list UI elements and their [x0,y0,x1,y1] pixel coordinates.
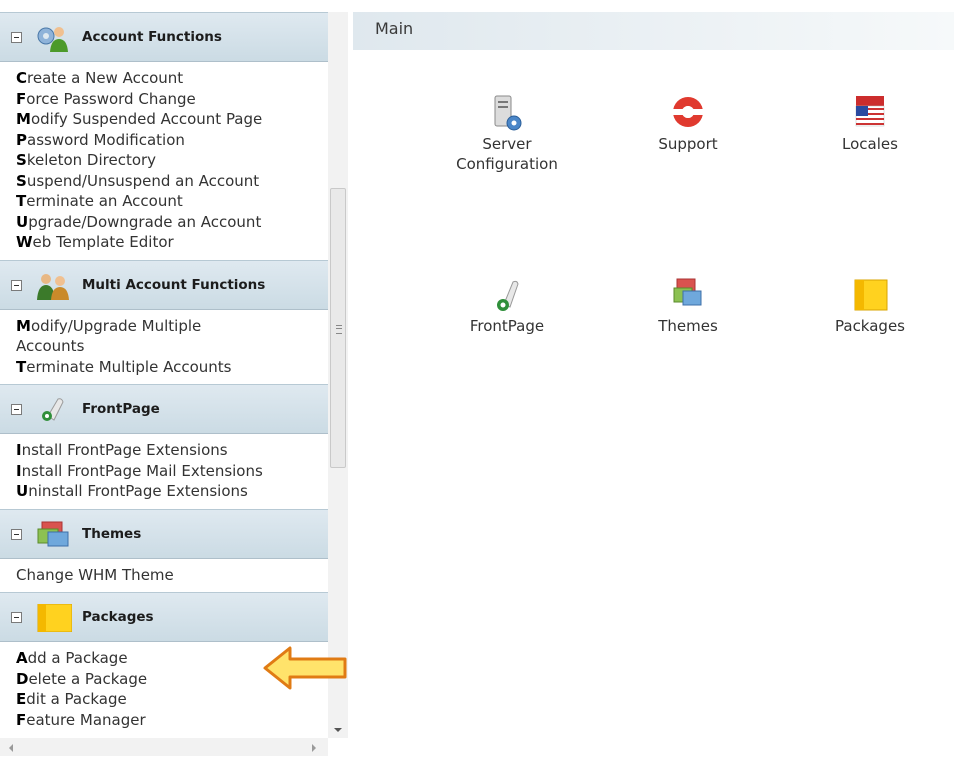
section-links-account-functions: Create a New Account Force Password Chan… [0,62,328,260]
section-links-multi-account-functions: Modify/Upgrade Multiple Accounts Termina… [0,310,328,385]
link-web-template-editor[interactable]: Web Template Editor [16,232,328,253]
section-header-packages[interactable]: Packages [0,592,328,642]
section-title: Packages [82,609,154,625]
tile-locales[interactable]: Locales [795,94,945,154]
link-uninstall-frontpage-extensions[interactable]: Uninstall FrontPage Extensions [16,481,328,502]
tile-label: Locales [842,135,898,153]
section-header-account-functions[interactable]: Account Functions [0,12,328,62]
link-modify-upgrade-multiple[interactable]: Modify/Upgrade Multiple [16,316,328,337]
link-force-password-change[interactable]: Force Password Change [16,89,328,110]
link-install-frontpage-extensions[interactable]: Install FrontPage Extensions [16,440,328,461]
section-links-themes: Change WHM Theme [0,559,328,593]
collapse-toggle-icon[interactable] [11,612,22,623]
collapse-toggle-icon[interactable] [11,279,22,291]
link-install-frontpage-mail-extensions[interactable]: Install FrontPage Mail Extensions [16,461,328,482]
tile-label-line2: Configuration [456,155,558,173]
link-modify-suspended-account-page[interactable]: Modify Suspended Account Page [16,109,328,130]
collapse-toggle-icon[interactable] [11,528,22,540]
link-upgrade-downgrade-account[interactable]: Upgrade/Downgrade an Account [16,212,328,233]
section-title: Account Functions [82,29,222,45]
section-header-multi-account-functions[interactable]: Multi Account Functions [0,259,328,310]
tile-packages[interactable]: Packages [795,276,945,336]
account-users-gear-icon [37,27,68,52]
collapse-toggle-icon[interactable] [11,32,22,43]
link-terminate-account[interactable]: Terminate an Account [16,191,328,212]
link-terminate-multiple-accounts[interactable]: Terminate Multiple Accounts [16,357,328,378]
scrollbar-thumb[interactable] [330,188,346,468]
link-password-modification[interactable]: Password Modification [16,130,328,151]
collapse-toggle-icon[interactable] [11,404,22,415]
link-feature-manager[interactable]: Feature Manager [16,710,328,731]
themes-windows-icon [673,278,702,306]
section-title: Themes [82,525,142,542]
section-header-themes[interactable]: Themes [0,508,328,559]
link-edit-package[interactable]: Edit a Package [16,689,328,710]
section-title: Multi Account Functions [82,276,266,293]
tile-label: Packages [835,317,905,335]
packages-box-icon [854,279,888,311]
section-links-frontpage: Install FrontPage Extensions Install Fro… [0,434,328,509]
locales-flags-icon [855,96,885,127]
link-skeleton-directory[interactable]: Skeleton Directory [16,150,328,171]
sidebar: Account Functions Create a New Account F… [0,12,328,738]
scroll-left-arrow-icon[interactable] [9,744,13,752]
link-modify-upgrade-multiple-cont[interactable]: Accounts [16,336,328,357]
tile-themes[interactable]: Themes [613,276,763,336]
tile-frontpage[interactable]: FrontPage [432,276,582,336]
tile-server-configuration[interactable]: Server Configuration [432,94,582,174]
server-configuration-icon [494,95,522,131]
tile-support[interactable]: Support [613,94,763,154]
link-suspend-unsuspend-account[interactable]: Suspend/Unsuspend an Account [16,171,328,192]
support-lifebuoy-icon [673,97,703,127]
sidebar-vertical-scrollbar[interactable] [328,12,348,738]
main-header: Main [353,12,954,50]
link-change-whm-theme[interactable]: Change WHM Theme [16,565,328,586]
tile-label: Server [482,135,532,153]
scroll-right-arrow-icon[interactable] [312,744,316,752]
link-create-new-account[interactable]: Create a New Account [16,68,328,89]
frontpage-icon [497,280,519,311]
tile-label: FrontPage [469,317,545,335]
section-header-frontpage[interactable]: FrontPage [0,384,328,434]
section-title: FrontPage [82,401,160,417]
pointer-arrow-icon [263,646,347,690]
themes-windows-icon [37,521,69,546]
tile-label: Support [658,135,718,153]
sidebar-horizontal-scrollbar[interactable] [0,738,328,756]
scrollbar-grip-icon [336,325,342,334]
multi-users-icon [37,273,69,300]
page-title: Main [375,19,414,38]
scroll-down-arrow-icon[interactable] [334,728,342,732]
frontpage-icon [42,398,64,421]
tile-label: Themes [658,317,718,335]
packages-box-icon [37,604,72,632]
